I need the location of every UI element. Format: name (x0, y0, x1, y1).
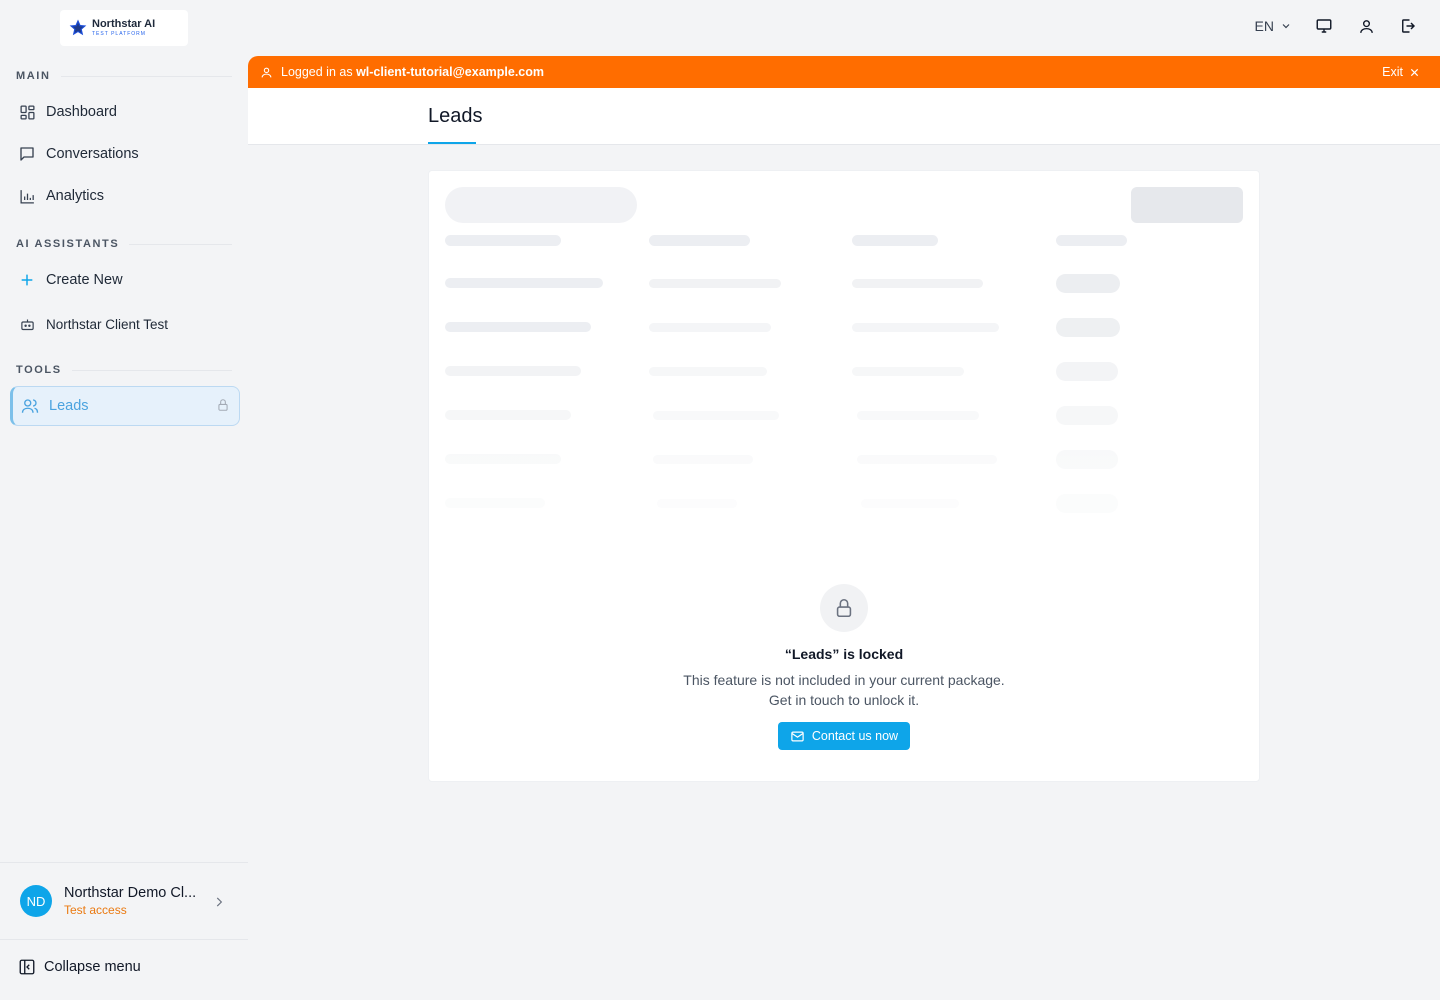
skeleton-cell (445, 366, 581, 376)
skeleton-header-cell (445, 235, 561, 246)
monitor-icon[interactable] (1314, 16, 1334, 36)
skeleton-cell (445, 322, 591, 332)
skeleton-cell (445, 410, 571, 420)
mail-icon (790, 729, 805, 744)
locked-description: This feature is not included in your cur… (683, 672, 1005, 708)
avatar: ND (20, 885, 52, 917)
dashboard-icon (18, 103, 36, 121)
skeleton-badge (1056, 406, 1118, 425)
section-label-ai-assistants: AI ASSISTANTS (16, 238, 232, 250)
account-switcher[interactable]: ND Northstar Demo Cl... Test access (0, 862, 248, 940)
skeleton-badge (1056, 318, 1120, 337)
skeleton-cell (653, 411, 779, 420)
skeleton-cell (852, 367, 964, 376)
page-title-underline (428, 142, 476, 144)
sidebar-item-label: Analytics (46, 188, 105, 204)
banner-email: wl-client-tutorial@example.com (356, 65, 544, 79)
chevron-down-icon (1280, 20, 1292, 32)
locked-title: “Leads” is locked (784, 646, 904, 662)
skeleton-cell (649, 367, 767, 376)
brand-name: Northstar AI (92, 18, 156, 30)
section-label-tools: TOOLS (16, 364, 232, 376)
skeleton-badge (1056, 274, 1120, 293)
topbar-actions: EN (1255, 16, 1418, 36)
skeleton-search (445, 187, 637, 223)
user-profile-icon[interactable] (1356, 16, 1376, 36)
chevron-right-icon (212, 895, 226, 909)
sidebar-item-leads[interactable]: Leads (10, 386, 240, 426)
language-label: EN (1254, 18, 1274, 34)
star-logo-icon (68, 18, 88, 38)
collapse-menu-button[interactable]: Collapse menu (18, 958, 141, 976)
skeleton-cell (649, 279, 781, 288)
section-label-main: MAIN (16, 70, 232, 82)
sidebar-item-dashboard[interactable]: Dashboard (10, 93, 240, 131)
skeleton-badge (1056, 362, 1118, 381)
account-name: Northstar Demo Cl... (64, 885, 197, 901)
exit-label: Exit (1382, 65, 1403, 79)
skeleton-cell (445, 278, 603, 288)
sidebar-item-label: Dashboard (46, 104, 117, 120)
skeleton-cell (857, 411, 979, 420)
skeleton-header-cell (649, 235, 750, 246)
lock-icon (216, 398, 230, 412)
contact-us-button[interactable]: Contact us now (778, 722, 910, 750)
brand-logo[interactable]: Northstar AI TEST PLATFORM (60, 10, 188, 46)
sidebar: Northstar AI TEST PLATFORM MAIN Dashboar… (0, 0, 248, 1000)
collapse-sidebar-icon (18, 958, 36, 976)
close-icon (1409, 67, 1420, 78)
account-tier: Test access (64, 903, 127, 917)
banner-text: Logged in as wl-client-tutorial@example.… (281, 65, 544, 79)
sidebar-item-create-new[interactable]: Create New (10, 261, 240, 299)
sidebar-item-label: Northstar Client Test (46, 316, 169, 332)
locked-feature-panel: “Leads” is locked This feature is not in… (428, 584, 1260, 750)
skeleton-header-cell (852, 235, 938, 246)
skeleton-header-cell (1056, 235, 1127, 246)
users-icon (21, 397, 39, 415)
user-icon (260, 66, 273, 79)
lock-icon (820, 584, 868, 632)
skeleton-cell (852, 323, 999, 332)
chat-icon (18, 145, 36, 163)
collapse-menu-label: Collapse menu (44, 959, 141, 975)
page-title: Leads (428, 105, 483, 127)
skeleton-button (1131, 187, 1243, 223)
bot-icon (18, 315, 36, 333)
sidebar-item-northstar-client-test[interactable]: Northstar Client Test (10, 305, 240, 343)
logout-icon[interactable] (1398, 16, 1418, 36)
brand-tagline: TEST PLATFORM (92, 31, 146, 37)
page-header: Leads (248, 88, 1440, 145)
sidebar-item-label: Create New (46, 272, 123, 288)
skeleton-cell (649, 323, 771, 332)
exit-impersonation-button[interactable]: Exit (1382, 65, 1420, 79)
skeleton-cell (852, 279, 983, 288)
contact-us-label: Contact us now (811, 729, 899, 743)
bar-chart-icon (18, 187, 36, 205)
sidebar-item-conversations[interactable]: Conversations (10, 135, 240, 173)
sidebar-item-analytics[interactable]: Analytics (10, 177, 240, 215)
plus-icon (18, 271, 36, 289)
sidebar-item-label: Leads (49, 398, 89, 414)
language-selector[interactable]: EN (1255, 18, 1292, 34)
sidebar-item-label: Conversations (46, 146, 139, 162)
impersonation-banner: Logged in as wl-client-tutorial@example.… (248, 56, 1440, 88)
